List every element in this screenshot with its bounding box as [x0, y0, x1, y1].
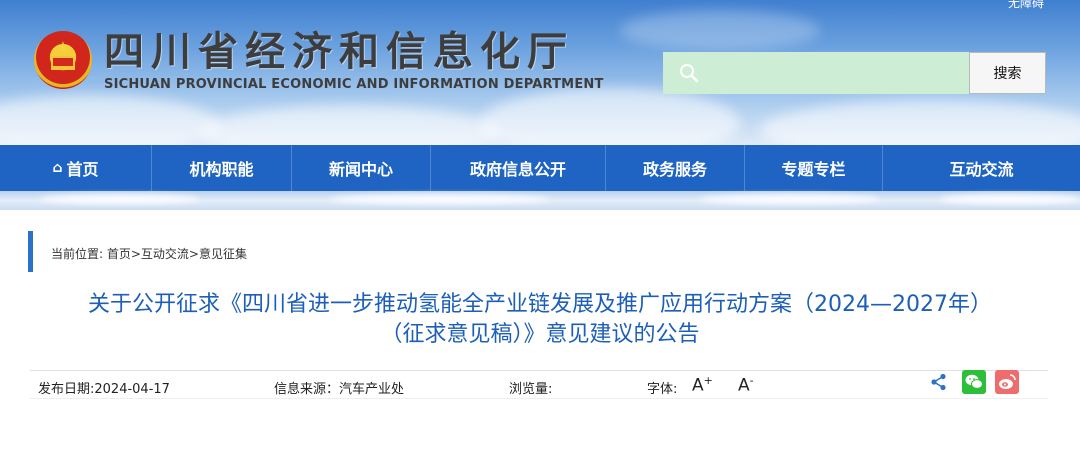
decorative-band	[0, 191, 1080, 212]
accessibility-link[interactable]: 无障碍	[1008, 0, 1044, 11]
nav-item-label: 专题专栏	[781, 160, 846, 179]
divider	[30, 370, 1048, 371]
nav-item-topics[interactable]: 专题专栏	[745, 145, 883, 191]
article-title-line: （征求意见稿）》意见建议的公告	[380, 322, 700, 347]
national-emblem-icon: ★	[34, 31, 92, 89]
search-icon	[680, 64, 699, 83]
nav-item-services[interactable]: 政务服务	[606, 145, 745, 191]
band-cloud	[40, 194, 200, 204]
home-icon: ⌂	[52, 160, 63, 176]
breadcrumb-marker	[28, 231, 33, 272]
band-cloud	[330, 194, 550, 204]
font-increase-button[interactable]: A+	[692, 374, 713, 396]
breadcrumb[interactable]: 当前位置: 首页>互动交流>意见征集	[51, 245, 247, 262]
nav-item-interaction[interactable]: 互动交流	[883, 145, 1080, 191]
share-icon[interactable]	[930, 373, 948, 391]
font-decrease-button[interactable]: A-	[738, 374, 754, 396]
sky-cloud	[200, 105, 500, 145]
star-icon: ★	[56, 38, 70, 56]
article-title-line: 关于公开征求《四川省进一步推动氢能全产业链发展及推广应用行动方案（2024—20…	[88, 292, 992, 317]
wechat-icon[interactable]	[962, 370, 986, 394]
search-button[interactable]: 搜索	[969, 52, 1046, 94]
nav-item-home[interactable]: ⌂ 首页	[0, 145, 152, 191]
site-header: 无障碍 ★ 四川省经济和信息化厅 SICHUAN PROVINCIAL ECON…	[0, 0, 1080, 145]
font-decrease-letter: A	[738, 375, 750, 396]
view-count: 浏览量:	[509, 382, 553, 397]
publish-date: 发布日期:2024-04-17	[38, 382, 170, 397]
sky-cloud	[620, 10, 820, 50]
sky-cloud	[0, 95, 220, 145]
sky-cloud	[760, 100, 1080, 145]
article-title: 关于公开征求《四川省进一步推动氢能全产业链发展及推广应用行动方案（2024—20…	[20, 290, 1060, 350]
nav-item-label: 政务服务	[642, 160, 707, 179]
nav-item-news[interactable]: 新闻中心	[292, 145, 431, 191]
font-size-label: 字体:	[647, 382, 678, 397]
divider	[30, 398, 1048, 399]
nav-item-gov-info[interactable]: 政府信息公开	[431, 145, 606, 191]
site-subtitle: SICHUAN PROVINCIAL ECONOMIC AND INFORMAT…	[104, 77, 604, 92]
nav-item-label: 政府信息公开	[469, 160, 566, 179]
nav-item-label: 首页	[66, 160, 99, 179]
site-title: 四川省经济和信息化厅	[104, 29, 574, 75]
plus-icon: +	[703, 374, 713, 387]
font-increase-letter: A	[692, 375, 704, 396]
weibo-icon[interactable]	[995, 370, 1019, 394]
band-cloud	[940, 194, 1080, 204]
main-nav: ⌂ 首页 机构职能 新闻中心 政府信息公开 政务服务 专题专栏 互动交流	[0, 145, 1080, 191]
nav-item-label: 互动交流	[949, 160, 1014, 179]
nav-item-label: 新闻中心	[328, 160, 393, 179]
minus-icon: -	[749, 374, 754, 387]
search-input[interactable]	[663, 52, 970, 94]
gate-icon	[51, 56, 75, 70]
sky-cloud	[480, 88, 740, 145]
nav-item-label: 机构职能	[189, 160, 254, 179]
band-cloud	[700, 194, 880, 204]
article-panel: 当前位置: 首页>互动交流>意见征集 关于公开征求《四川省进一步推动氢能全产业链…	[0, 210, 1080, 449]
nav-item-organization[interactable]: 机构职能	[152, 145, 292, 191]
info-source: 信息来源：汽车产业处	[274, 382, 405, 397]
